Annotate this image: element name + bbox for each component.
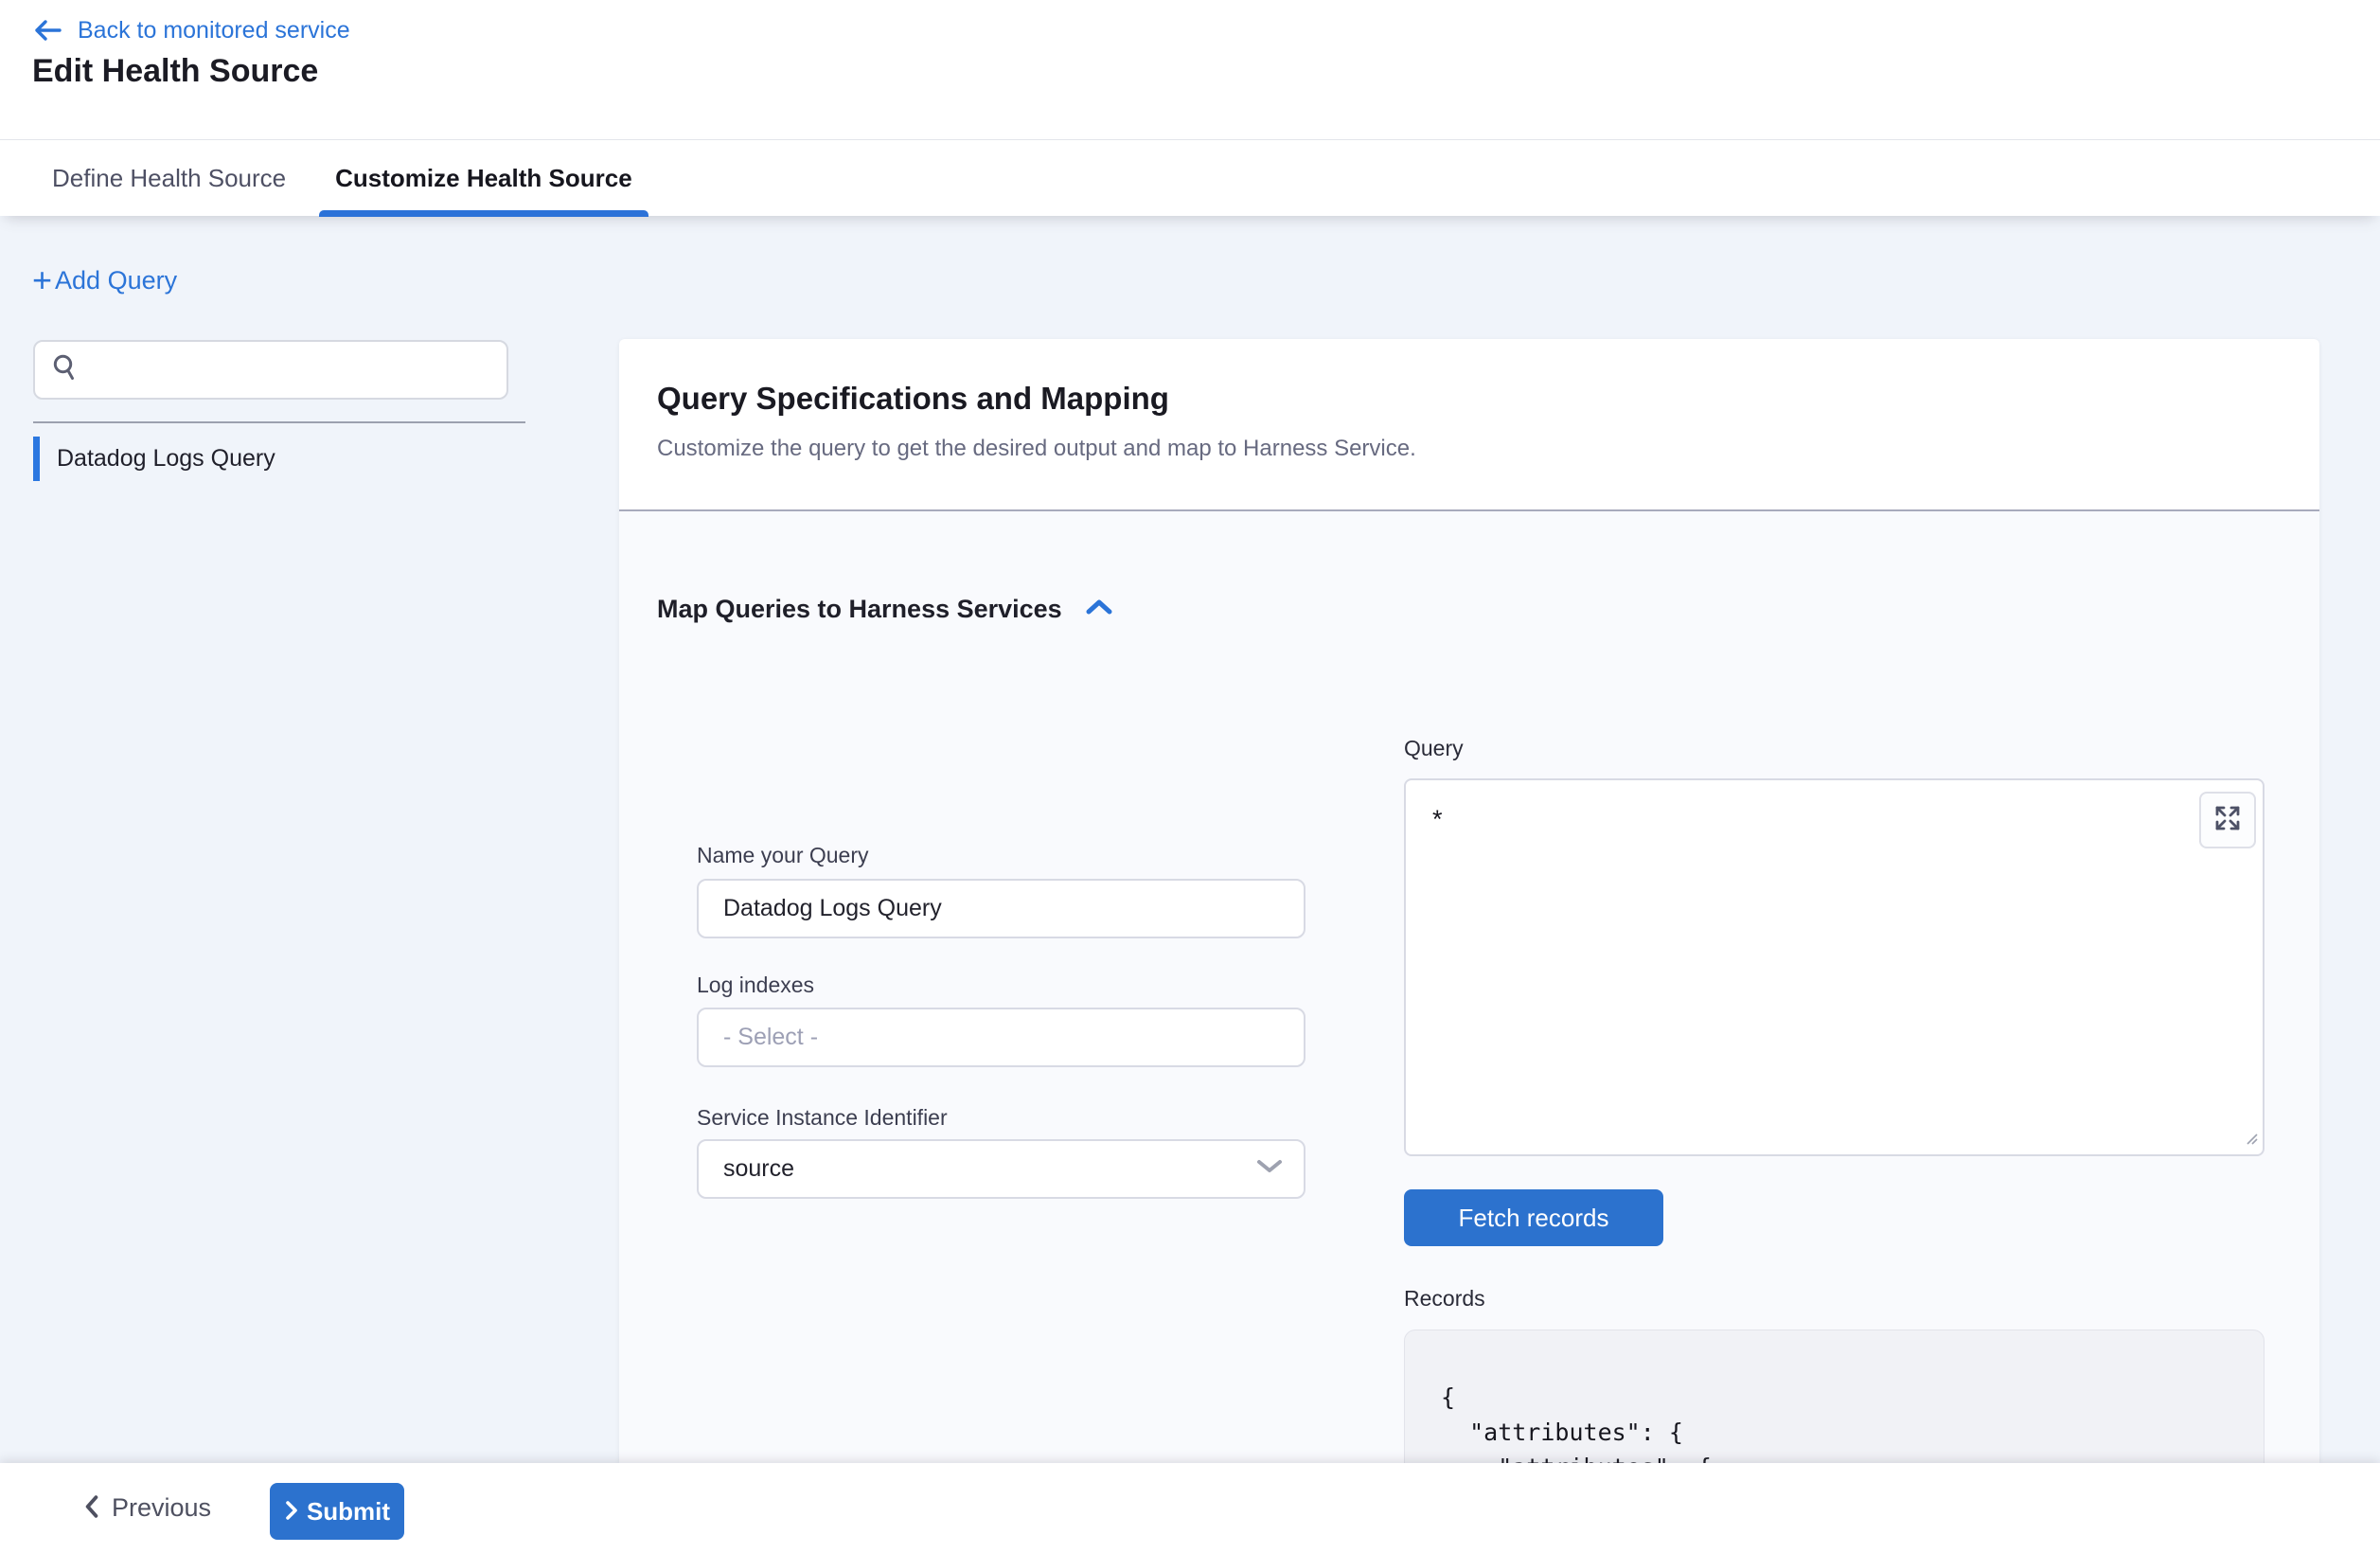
chevron-down-icon: [1256, 1159, 1283, 1179]
tab-bar: Define Health Source Customize Health So…: [0, 139, 2380, 216]
name-query-label: Name your Query: [697, 843, 869, 868]
tab-customize-label: Customize Health Source: [335, 164, 632, 193]
page-title: Edit Health Source: [32, 53, 318, 90]
query-editor-box: *: [1404, 778, 2265, 1156]
tab-customize-health-source[interactable]: Customize Health Source: [335, 140, 632, 217]
records-label: Records: [1404, 1286, 1485, 1312]
panel-title: Query Specifications and Mapping: [657, 381, 1169, 417]
plus-icon: +: [32, 263, 52, 297]
back-arrow-icon: [32, 15, 62, 45]
page-header: Back to monitored service Edit Health So…: [0, 0, 2380, 139]
submit-label: Submit: [307, 1497, 390, 1526]
query-textarea[interactable]: *: [1406, 780, 2263, 1154]
code-line: "attributes": {: [1441, 1415, 1839, 1450]
active-tab-underline: [319, 210, 648, 217]
map-queries-heading: Map Queries to Harness Services: [657, 595, 1062, 624]
panel-body: Map Queries to Harness Services Name you…: [619, 511, 2319, 1463]
chevron-up-icon: [1085, 598, 1113, 621]
query-label: Query: [1404, 736, 1464, 761]
query-specifications-panel: Query Specifications and Mapping Customi…: [619, 339, 2319, 1463]
add-query-button[interactable]: + Add Query: [32, 263, 177, 297]
panel-subtitle: Customize the query to get the desired o…: [657, 436, 1416, 462]
wizard-footer: Previous Submit: [0, 1463, 2380, 1553]
back-link-label: Back to monitored service: [78, 17, 350, 45]
edit-health-source-screen: Back to monitored service Edit Health So…: [0, 0, 2380, 1553]
tab-define-health-source[interactable]: Define Health Source: [52, 140, 286, 217]
previous-button[interactable]: Previous: [83, 1463, 211, 1553]
back-link[interactable]: Back to monitored service: [32, 15, 350, 45]
service-instance-identifier-label: Service Instance Identifier: [697, 1105, 948, 1131]
fullscreen-expand-icon: [2212, 803, 2243, 838]
search-icon: [50, 352, 80, 387]
log-indexes-label: Log indexes: [697, 973, 814, 998]
query-name-input[interactable]: [697, 879, 1305, 938]
query-item-label: Datadog Logs Query: [57, 445, 275, 473]
map-queries-collapse-toggle[interactable]: Map Queries to Harness Services: [657, 595, 1113, 624]
query-search-box: [33, 340, 508, 400]
add-query-label: Add Query: [55, 266, 177, 295]
resize-handle-icon[interactable]: [2242, 1129, 2259, 1151]
selected-indicator-bar: [33, 437, 40, 481]
fetch-records-button[interactable]: Fetch records: [1404, 1189, 1663, 1246]
expand-query-button[interactable]: [2199, 792, 2256, 848]
service-instance-identifier-select[interactable]: source: [697, 1139, 1305, 1199]
code-line: {: [1441, 1380, 1839, 1415]
submit-button[interactable]: Submit: [270, 1483, 404, 1540]
chevron-right-icon: [284, 1499, 299, 1525]
service-instance-identifier-value: source: [723, 1155, 1256, 1183]
search-input[interactable]: [92, 357, 491, 384]
chevron-left-icon: [83, 1494, 100, 1522]
previous-label: Previous: [112, 1493, 211, 1523]
query-list-item-datadog-logs[interactable]: Datadog Logs Query: [33, 437, 275, 481]
log-indexes-input[interactable]: [697, 1008, 1305, 1067]
sidebar-divider: [33, 421, 525, 423]
